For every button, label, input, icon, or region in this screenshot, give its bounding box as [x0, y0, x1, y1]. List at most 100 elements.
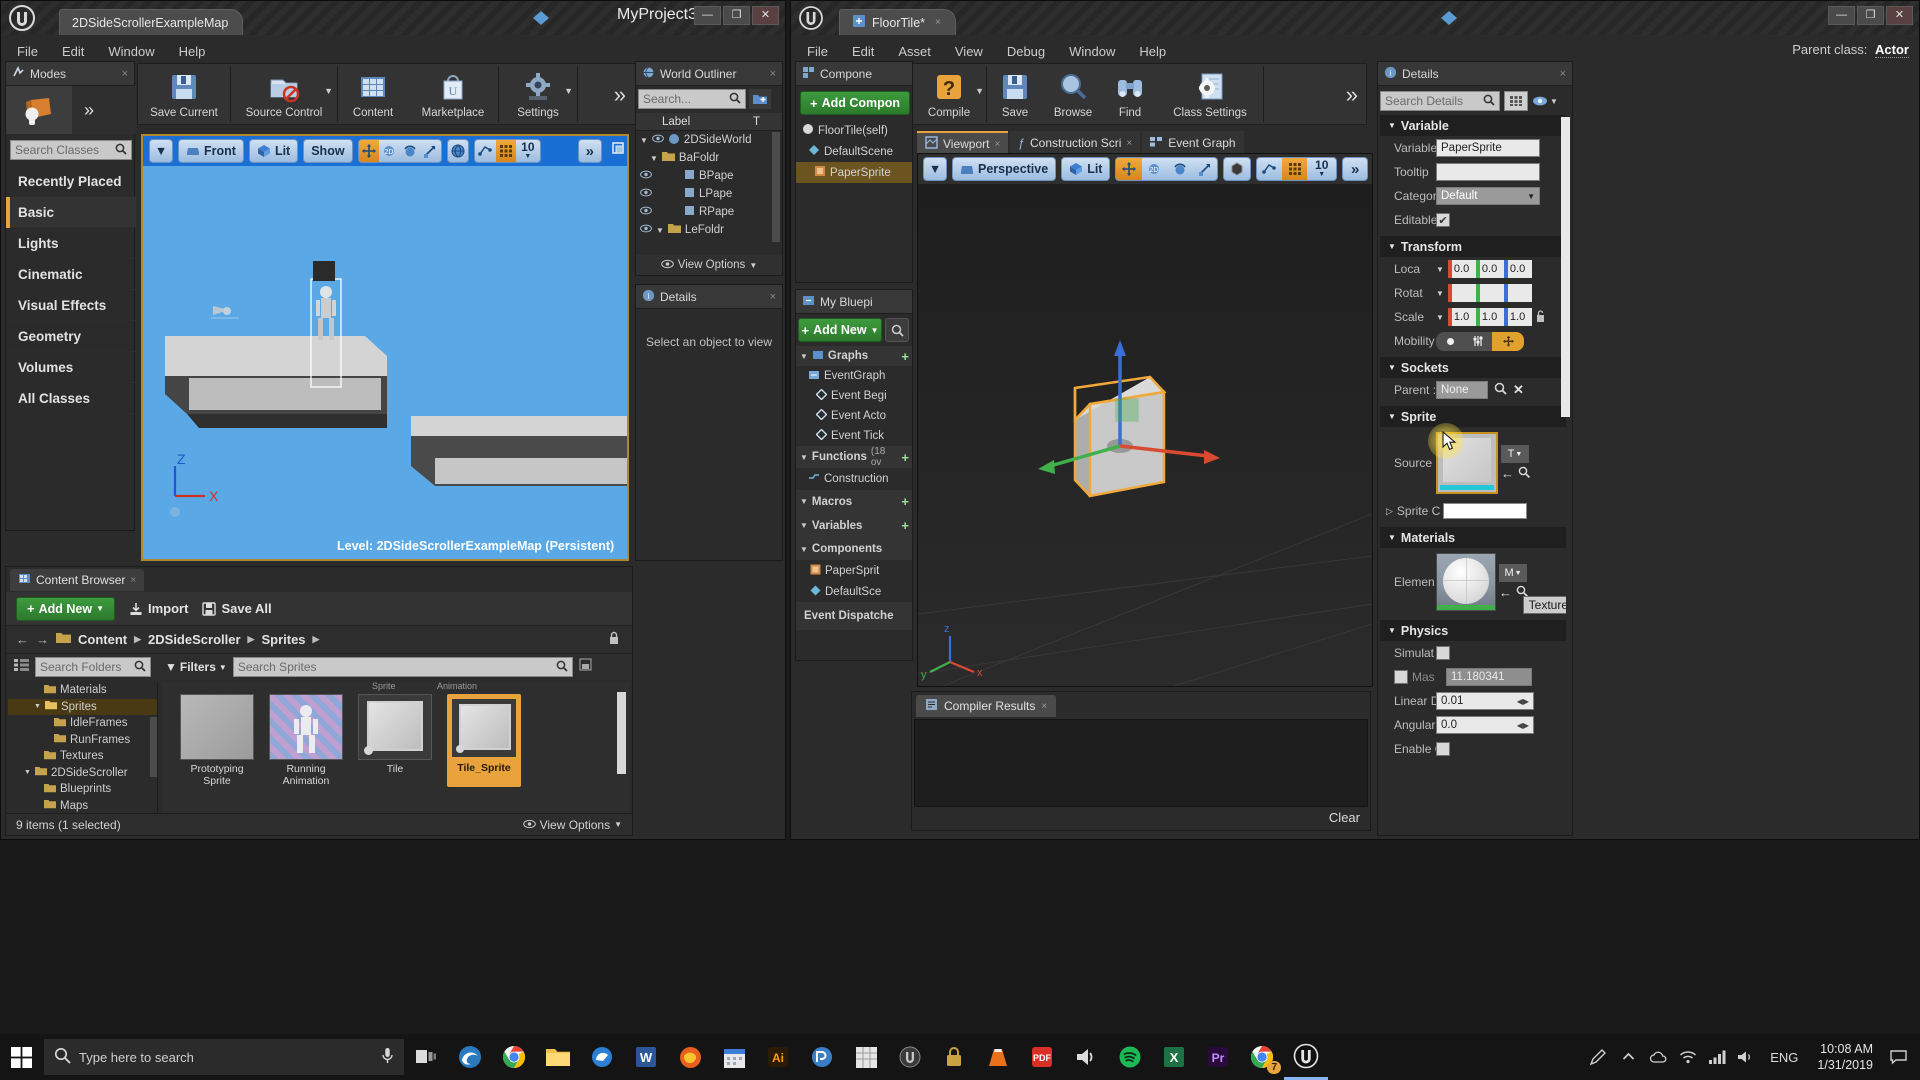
outliner-search-input[interactable]: Search...: [638, 89, 746, 109]
chevron-down-icon[interactable]: ▼: [1436, 289, 1444, 298]
breadcrumb-sprites[interactable]: Sprites: [261, 632, 305, 647]
compile-button[interactable]: ? Compile ▼: [912, 64, 986, 124]
audio-icon[interactable]: [1064, 1034, 1108, 1080]
excel-grid-icon[interactable]: [844, 1034, 888, 1080]
add-variable-button[interactable]: +: [901, 518, 909, 533]
bp-translate-gizmo-button[interactable]: [1116, 158, 1142, 180]
close-icon[interactable]: ×: [1041, 701, 1047, 712]
firefox-icon[interactable]: [668, 1034, 712, 1080]
menu-help[interactable]: Help: [1127, 41, 1178, 62]
menu-help[interactable]: Help: [167, 41, 218, 62]
view-mode-button[interactable]: Front: [178, 139, 244, 163]
mobility-static-button[interactable]: [1436, 331, 1464, 351]
details-grid-view-button[interactable]: [1504, 91, 1528, 111]
close-icon[interactable]: ×: [1126, 138, 1132, 149]
bp-viewport-expand-button[interactable]: »: [1342, 157, 1368, 181]
component-item[interactable]: PaperSprit: [796, 560, 912, 581]
ue-gray-icon[interactable]: [888, 1034, 932, 1080]
volume-icon[interactable]: [1733, 1034, 1759, 1080]
browse-socket-icon[interactable]: [1494, 382, 1507, 398]
content-view-options[interactable]: View Options ▼: [522, 818, 622, 832]
bp-world-space-button[interactable]: [1224, 158, 1249, 180]
bp-rotate-gizmo-button[interactable]: [1167, 158, 1192, 180]
outliner-col-type[interactable]: T: [753, 116, 760, 128]
bp-2d-gizmo-button[interactable]: 2D: [1142, 158, 1167, 180]
settings-button[interactable]: Settings ▼: [499, 64, 577, 124]
save-search-icon[interactable]: [579, 658, 592, 676]
asset-grid-scrollbar[interactable]: [617, 692, 626, 774]
source-sprite-type-combo[interactable]: T ▼: [1501, 445, 1529, 463]
mass-input[interactable]: 11.180341: [1446, 668, 1532, 686]
chevron-up-icon[interactable]: [1615, 1034, 1641, 1080]
parent-socket-input[interactable]: None: [1436, 381, 1488, 399]
close-icon[interactable]: ×: [1560, 68, 1566, 80]
section-macros[interactable]: ▼ Macros +: [796, 490, 912, 513]
close-icon[interactable]: ×: [770, 68, 776, 80]
lock-icon[interactable]: [932, 1034, 976, 1080]
linear-damping-input[interactable]: 0.01 ◀▶: [1436, 692, 1534, 710]
tab-viewport[interactable]: Viewport ×: [917, 131, 1009, 155]
unreal-icon[interactable]: [1284, 1034, 1328, 1080]
mode-category-volumes[interactable]: Volumes: [6, 352, 136, 383]
outliner-row[interactable]: RPape: [636, 203, 776, 221]
clock[interactable]: 10:08 AM 1/31/2019: [1809, 1041, 1881, 1073]
lock-ratio-icon[interactable]: [1534, 309, 1547, 326]
viewport-expand-button[interactable]: »: [577, 139, 602, 163]
folder-row[interactable]: RunFrames: [8, 732, 157, 749]
bp-lighting-button[interactable]: Lit: [1061, 157, 1111, 181]
outliner-row[interactable]: BPape: [636, 167, 776, 185]
word-icon[interactable]: W: [624, 1034, 668, 1080]
content-browser-tab[interactable]: Content Browser ×: [10, 569, 145, 591]
section-event-dispatchers[interactable]: Event Dispatche: [796, 602, 912, 630]
scale-z[interactable]: 1.0: [1503, 308, 1532, 326]
asset-tile[interactable]: Prototyping Sprite: [180, 694, 254, 787]
lighting-mode-button[interactable]: Lit: [248, 139, 299, 163]
wifi-icon[interactable]: [1675, 1034, 1701, 1080]
add-component-button[interactable]: + Add Compon: [800, 91, 910, 115]
taskbar-search[interactable]: Type here to search: [44, 1039, 404, 1075]
folder-tree-scrollbar[interactable]: [150, 717, 157, 777]
folder-row[interactable]: IdleFrames: [8, 715, 157, 732]
modes-expand[interactable]: »: [84, 100, 94, 121]
create-folder-button[interactable]: [749, 89, 771, 109]
location-z[interactable]: 0.0: [1503, 260, 1532, 278]
grid-snap-toggle[interactable]: [495, 140, 516, 162]
spinner-icon[interactable]: ◀▶: [1517, 697, 1529, 706]
eye-icon[interactable]: [640, 206, 652, 218]
use-selected-material-icon[interactable]: ←: [1499, 585, 1512, 600]
eye-icon[interactable]: [652, 134, 664, 146]
rotation-x[interactable]: [1447, 284, 1476, 302]
enable-gravity-checkbox[interactable]: [1436, 742, 1450, 756]
excel-icon[interactable]: X: [1152, 1034, 1196, 1080]
mass-override-checkbox[interactable]: [1394, 670, 1408, 684]
rotate-gizmo-button[interactable]: [400, 140, 420, 162]
breadcrumb-content[interactable]: Content: [78, 632, 127, 647]
section-graphs[interactable]: ▼ Graphs +: [796, 346, 912, 366]
search-classes-input[interactable]: Search Classes: [10, 140, 132, 160]
bp-viewport-options-button[interactable]: ▼: [923, 157, 947, 181]
close-icon[interactable]: ×: [935, 17, 941, 28]
lock-icon[interactable]: [608, 631, 620, 648]
compiler-clear-button[interactable]: Clear: [1329, 810, 1360, 825]
bp-grid-snap-toggle[interactable]: [1281, 158, 1308, 180]
eye-icon[interactable]: [640, 224, 652, 236]
mobility-stationary-button[interactable]: [1464, 331, 1492, 351]
mode-category-all-classes[interactable]: All Classes: [6, 383, 136, 414]
blueprint-asset-tab[interactable]: FloorTile* ×: [839, 9, 956, 35]
simulate-physics-checkbox[interactable]: [1436, 646, 1450, 660]
chrome-icon[interactable]: [492, 1034, 536, 1080]
asset-tile-selected[interactable]: Tile_Sprite: [447, 694, 521, 787]
angular-damping-input[interactable]: 0.0 ◀▶: [1436, 716, 1534, 734]
filters-button[interactable]: ▼ Filters ▼: [165, 660, 227, 674]
premiere-icon[interactable]: Pr: [1196, 1034, 1240, 1080]
component-item[interactable]: DefaultSce: [796, 581, 912, 602]
bp-perspective-button[interactable]: Perspective: [952, 157, 1057, 181]
level-viewport[interactable]: ▼ Front Lit Show 2D 10 ▼ » Z X Level: 2D…: [141, 134, 629, 561]
grid-snap-value[interactable]: 10 ▼: [516, 140, 540, 162]
rotation-y[interactable]: [1475, 284, 1504, 302]
event-item[interactable]: Event Begi: [796, 386, 912, 406]
section-functions[interactable]: ▼ Functions (18 ov +: [796, 446, 912, 468]
material-thumbnail[interactable]: [1436, 553, 1496, 611]
component-row-selected[interactable]: PaperSprite: [796, 162, 912, 183]
add-graph-button[interactable]: +: [901, 349, 909, 364]
